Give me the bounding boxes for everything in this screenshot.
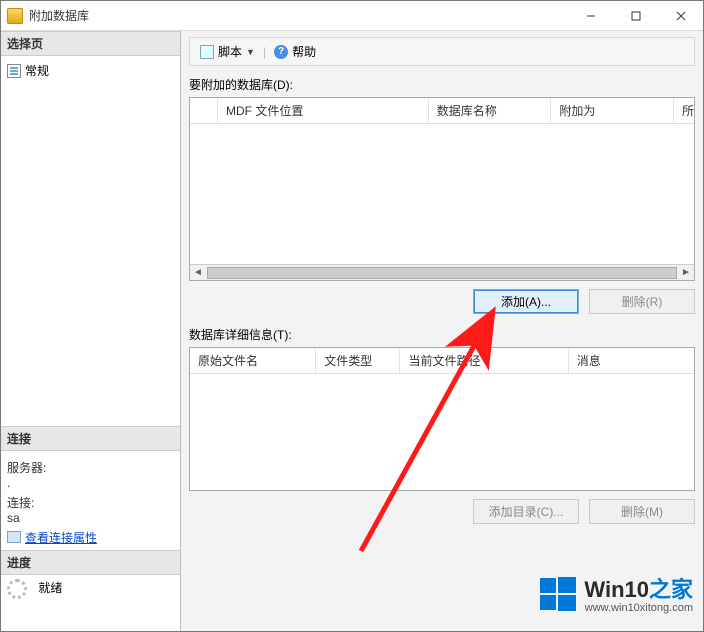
connection-label: 连接:	[7, 494, 174, 511]
col-file-type[interactable]: 文件类型	[316, 348, 400, 373]
help-button[interactable]: ? 帮助	[270, 41, 320, 62]
chevron-down-icon: ▼	[246, 47, 255, 57]
maximize-button[interactable]	[613, 1, 658, 30]
spinner-icon	[7, 579, 27, 599]
attach-db-label: 要附加的数据库(D):	[189, 76, 695, 93]
script-button[interactable]: 脚本 ▼	[196, 41, 259, 62]
titlebar: 附加数据库	[1, 1, 703, 31]
script-label: 脚本	[218, 43, 242, 60]
close-button[interactable]	[658, 1, 703, 30]
select-page-header: 选择页	[1, 31, 180, 56]
col-message[interactable]: 消息	[569, 348, 694, 373]
progress-block: 就绪	[1, 575, 180, 631]
watermark-url: www.win10xitong.com	[584, 602, 693, 615]
dialog-window: 附加数据库 选择页 常规 连接 服务器: .	[0, 0, 704, 632]
progress-status: 就绪	[38, 581, 62, 595]
scroll-right-icon[interactable]: ►	[678, 267, 694, 278]
remove-detail-button: 删除(M)	[589, 499, 695, 524]
help-label: 帮助	[292, 43, 316, 60]
left-panel: 选择页 常规 连接 服务器: . 连接: sa 查看连接属性 进度	[1, 31, 181, 631]
remove-button: 删除(R)	[589, 289, 695, 314]
nav-item-label: 常规	[25, 62, 49, 79]
col-extra[interactable]: 所	[674, 98, 694, 123]
right-panel: 脚本 ▼ | ? 帮助 要附加的数据库(D): MDF 文件位置 数据库名称 附…	[181, 31, 703, 631]
databases-listview[interactable]: MDF 文件位置 数据库名称 附加为 所 ◄ ►	[189, 97, 695, 281]
watermark-brand-a: Win10	[584, 577, 649, 602]
add-directory-button: 添加目录(C)...	[473, 499, 579, 524]
add-button[interactable]: 添加(A)...	[473, 289, 579, 314]
help-icon: ?	[274, 45, 288, 59]
window-title: 附加数据库	[29, 7, 89, 24]
scroll-thumb[interactable]	[207, 267, 677, 279]
app-icon	[7, 8, 23, 24]
nav-item-general[interactable]: 常规	[7, 60, 174, 81]
view-connection-properties-link[interactable]: 查看连接属性	[7, 529, 97, 546]
page-icon	[7, 64, 21, 78]
col-mdf-location[interactable]: MDF 文件位置	[218, 98, 429, 123]
listview-header: 原始文件名 文件类型 当前文件路径 消息	[190, 348, 694, 374]
link-text: 查看连接属性	[25, 529, 97, 546]
watermark-brand-b: 之家	[649, 577, 693, 602]
details-listview[interactable]: 原始文件名 文件类型 当前文件路径 消息	[189, 347, 695, 491]
horizontal-scrollbar[interactable]: ◄ ►	[190, 264, 694, 280]
server-value: .	[7, 476, 174, 490]
detail-label: 数据库详细信息(T):	[189, 326, 695, 343]
scroll-left-icon[interactable]: ◄	[190, 267, 206, 278]
connection-info: 服务器: . 连接: sa 查看连接属性	[1, 451, 180, 551]
col-original-name[interactable]: 原始文件名	[190, 348, 316, 373]
watermark: Win10之家 www.win10xitong.com	[538, 574, 693, 617]
col-attach-as[interactable]: 附加为	[551, 98, 674, 123]
connection-value: sa	[7, 511, 174, 525]
script-icon	[200, 45, 214, 59]
toolbar: 脚本 ▼ | ? 帮助	[189, 37, 695, 66]
windows-logo-icon	[538, 574, 578, 617]
progress-header: 进度	[1, 550, 180, 575]
listview-header: MDF 文件位置 数据库名称 附加为 所	[190, 98, 694, 124]
properties-icon	[7, 531, 21, 543]
minimize-button[interactable]	[568, 1, 613, 30]
col-db-name[interactable]: 数据库名称	[429, 98, 552, 123]
col-current-path[interactable]: 当前文件路径	[400, 348, 568, 373]
server-label: 服务器:	[7, 459, 174, 476]
connection-header: 连接	[1, 426, 180, 451]
